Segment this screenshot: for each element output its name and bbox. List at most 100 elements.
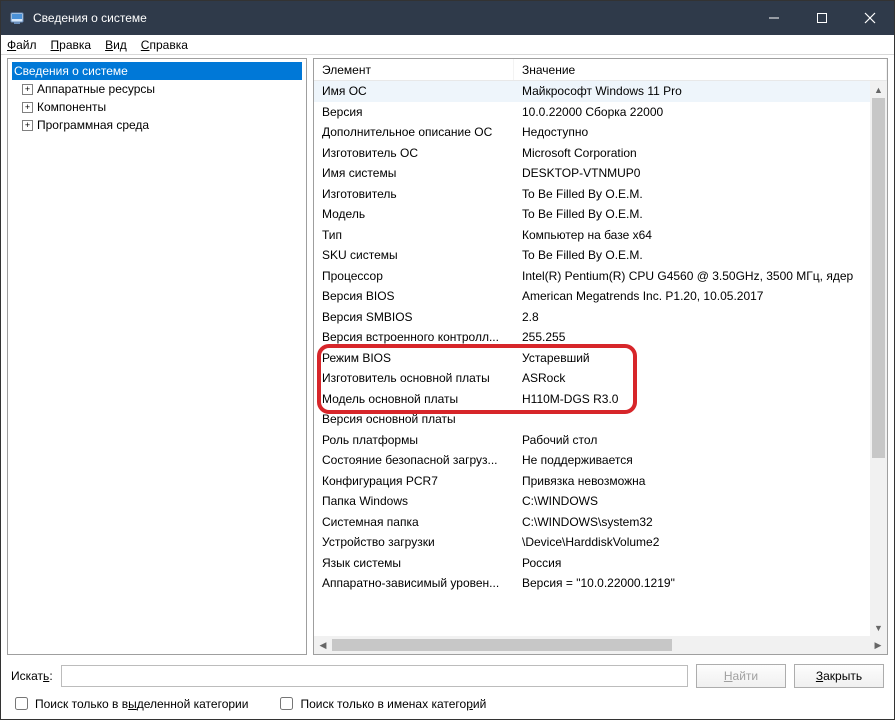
titlebar[interactable]: Сведения о системе bbox=[1, 1, 894, 35]
item-element: Режим BIOS bbox=[314, 351, 514, 365]
item-value: \Device\HarddiskVolume2 bbox=[514, 535, 887, 549]
search-input[interactable] bbox=[61, 665, 688, 687]
plus-icon[interactable]: + bbox=[22, 102, 33, 113]
list-item[interactable]: SKU системыTo Be Filled By O.E.M. bbox=[314, 245, 887, 266]
list-item[interactable]: Версия BIOSAmerican Megatrends Inc. P1.2… bbox=[314, 286, 887, 307]
item-element: Дополнительное описание ОС bbox=[314, 125, 514, 139]
menu-help[interactable]: Справка bbox=[141, 38, 188, 52]
list-item[interactable]: Аппаратно-зависимый уровен...Версия = "1… bbox=[314, 573, 887, 594]
item-value: Intel(R) Pentium(R) CPU G4560 @ 3.50GHz,… bbox=[514, 269, 887, 283]
item-value: ASRock bbox=[514, 371, 887, 385]
scroll-down-icon[interactable]: ▼ bbox=[870, 619, 887, 636]
item-value: To Be Filled By O.E.M. bbox=[514, 207, 887, 221]
list-item[interactable]: Папка WindowsC:\WINDOWS bbox=[314, 491, 887, 512]
scroll-thumb[interactable] bbox=[872, 98, 885, 458]
detail-panel: Элемент Значение Имя ОСМайкрософт Window… bbox=[313, 58, 888, 655]
scroll-right-icon[interactable]: ▶ bbox=[869, 636, 887, 654]
list-item[interactable]: Дополнительное описание ОСНедоступно bbox=[314, 122, 887, 143]
minimize-button[interactable] bbox=[750, 1, 798, 35]
tree-root-system-summary[interactable]: Сведения о системе bbox=[12, 62, 302, 80]
search-bar: Искать: Найти Закрыть Поиск только в выд… bbox=[1, 658, 894, 719]
item-value: DESKTOP-VTNMUP0 bbox=[514, 166, 887, 180]
plus-icon[interactable]: + bbox=[22, 120, 33, 131]
list-item[interactable]: Имя ОСМайкрософт Windows 11 Pro bbox=[314, 81, 887, 102]
item-value: Россия bbox=[514, 556, 887, 570]
item-element: Аппаратно-зависимый уровен... bbox=[314, 576, 514, 590]
check-category-only[interactable]: Поиск только в выделенной категории bbox=[11, 694, 248, 713]
menu-view[interactable]: Вид bbox=[105, 38, 127, 52]
item-element: Версия bbox=[314, 105, 514, 119]
client-area: Сведения о системе + Аппаратные ресурсы … bbox=[1, 55, 894, 658]
tree-panel[interactable]: Сведения о системе + Аппаратные ресурсы … bbox=[7, 58, 307, 655]
list-item[interactable]: Модель основной платыH110M-DGS R3.0 bbox=[314, 389, 887, 410]
column-value[interactable]: Значение bbox=[514, 59, 887, 80]
item-value: To Be Filled By O.E.M. bbox=[514, 187, 887, 201]
scroll-up-icon[interactable]: ▲ bbox=[870, 81, 887, 98]
find-button[interactable]: Найти bbox=[696, 664, 786, 688]
item-value: Не поддерживается bbox=[514, 453, 887, 467]
item-element: Модель bbox=[314, 207, 514, 221]
list-item[interactable]: ИзготовительTo Be Filled By O.E.M. bbox=[314, 184, 887, 205]
list-item[interactable]: Версия основной платы bbox=[314, 409, 887, 430]
item-element: Системная папка bbox=[314, 515, 514, 529]
list-item[interactable]: Изготовитель основной платыASRock bbox=[314, 368, 887, 389]
list-item[interactable]: Изготовитель ОСMicrosoft Corporation bbox=[314, 143, 887, 164]
item-element: Роль платформы bbox=[314, 433, 514, 447]
item-element: Конфигурация PCR7 bbox=[314, 474, 514, 488]
item-value: Майкрософт Windows 11 Pro bbox=[514, 84, 887, 98]
item-value: C:\WINDOWS\system32 bbox=[514, 515, 887, 529]
item-element: Версия основной платы bbox=[314, 412, 514, 426]
item-element: Имя системы bbox=[314, 166, 514, 180]
tree-item-software-env[interactable]: + Программная среда bbox=[10, 116, 304, 134]
list-item[interactable]: Системная папкаC:\WINDOWS\system32 bbox=[314, 512, 887, 533]
item-element: Папка Windows bbox=[314, 494, 514, 508]
list-item[interactable]: Имя системыDESKTOP-VTNMUP0 bbox=[314, 163, 887, 184]
plus-icon[interactable]: + bbox=[22, 84, 33, 95]
column-element[interactable]: Элемент bbox=[314, 59, 514, 80]
window-title: Сведения о системе bbox=[33, 11, 750, 25]
item-value: C:\WINDOWS bbox=[514, 494, 887, 508]
item-element: SKU системы bbox=[314, 248, 514, 262]
item-element: Имя ОС bbox=[314, 84, 514, 98]
list-item[interactable]: Версия10.0.22000 Сборка 22000 bbox=[314, 102, 887, 123]
item-value: American Megatrends Inc. P1.20, 10.05.20… bbox=[514, 289, 887, 303]
list-item[interactable]: Конфигурация PCR7Привязка невозможна bbox=[314, 471, 887, 492]
item-value: Устаревший bbox=[514, 351, 887, 365]
item-element: Модель основной платы bbox=[314, 392, 514, 406]
scroll-left-icon[interactable]: ◀ bbox=[314, 636, 332, 654]
check-category-only-box[interactable] bbox=[15, 697, 28, 710]
item-element: Процессор bbox=[314, 269, 514, 283]
item-element: Версия SMBIOS bbox=[314, 310, 514, 324]
list-item[interactable]: Состояние безопасной загруз...Не поддерж… bbox=[314, 450, 887, 471]
vertical-scrollbar[interactable]: ▲ ▼ bbox=[870, 81, 887, 636]
item-element: Устройство загрузки bbox=[314, 535, 514, 549]
list-item[interactable]: ТипКомпьютер на базе x64 bbox=[314, 225, 887, 246]
tree-item-components[interactable]: + Компоненты bbox=[10, 98, 304, 116]
close-button[interactable] bbox=[846, 1, 894, 35]
list-item[interactable]: Устройство загрузки\Device\HarddiskVolum… bbox=[314, 532, 887, 553]
check-names-only-box[interactable] bbox=[280, 697, 293, 710]
list-item[interactable]: ПроцессорIntel(R) Pentium(R) CPU G4560 @… bbox=[314, 266, 887, 287]
system-info-window: Сведения о системе Файл Правка Вид Справ… bbox=[0, 0, 895, 720]
list-item[interactable]: Роль платформыРабочий стол bbox=[314, 430, 887, 451]
tree-item-hardware[interactable]: + Аппаратные ресурсы bbox=[10, 80, 304, 98]
list-item[interactable]: МодельTo Be Filled By O.E.M. bbox=[314, 204, 887, 225]
item-value: 255.255 bbox=[514, 330, 887, 344]
menu-edit[interactable]: Правка bbox=[51, 38, 92, 52]
horizontal-scrollbar[interactable]: ◀ ▶ bbox=[314, 636, 887, 654]
list-item[interactable]: Язык системыРоссия bbox=[314, 553, 887, 574]
item-element: Изготовитель bbox=[314, 187, 514, 201]
detail-rows[interactable]: Имя ОСМайкрософт Windows 11 ProВерсия10.… bbox=[314, 81, 887, 636]
app-icon bbox=[9, 10, 25, 26]
check-names-only[interactable]: Поиск только в именах категорий bbox=[276, 694, 486, 713]
menu-file[interactable]: Файл bbox=[7, 38, 37, 52]
item-element: Изготовитель ОС bbox=[314, 146, 514, 160]
menubar: Файл Правка Вид Справка bbox=[1, 35, 894, 55]
list-item[interactable]: Режим BIOSУстаревший bbox=[314, 348, 887, 369]
close-search-button[interactable]: Закрыть bbox=[794, 664, 884, 688]
hscroll-thumb[interactable] bbox=[332, 639, 672, 651]
list-item[interactable]: Версия встроенного контролл...255.255 bbox=[314, 327, 887, 348]
list-item[interactable]: Версия SMBIOS2.8 bbox=[314, 307, 887, 328]
maximize-button[interactable] bbox=[798, 1, 846, 35]
item-element: Язык системы bbox=[314, 556, 514, 570]
